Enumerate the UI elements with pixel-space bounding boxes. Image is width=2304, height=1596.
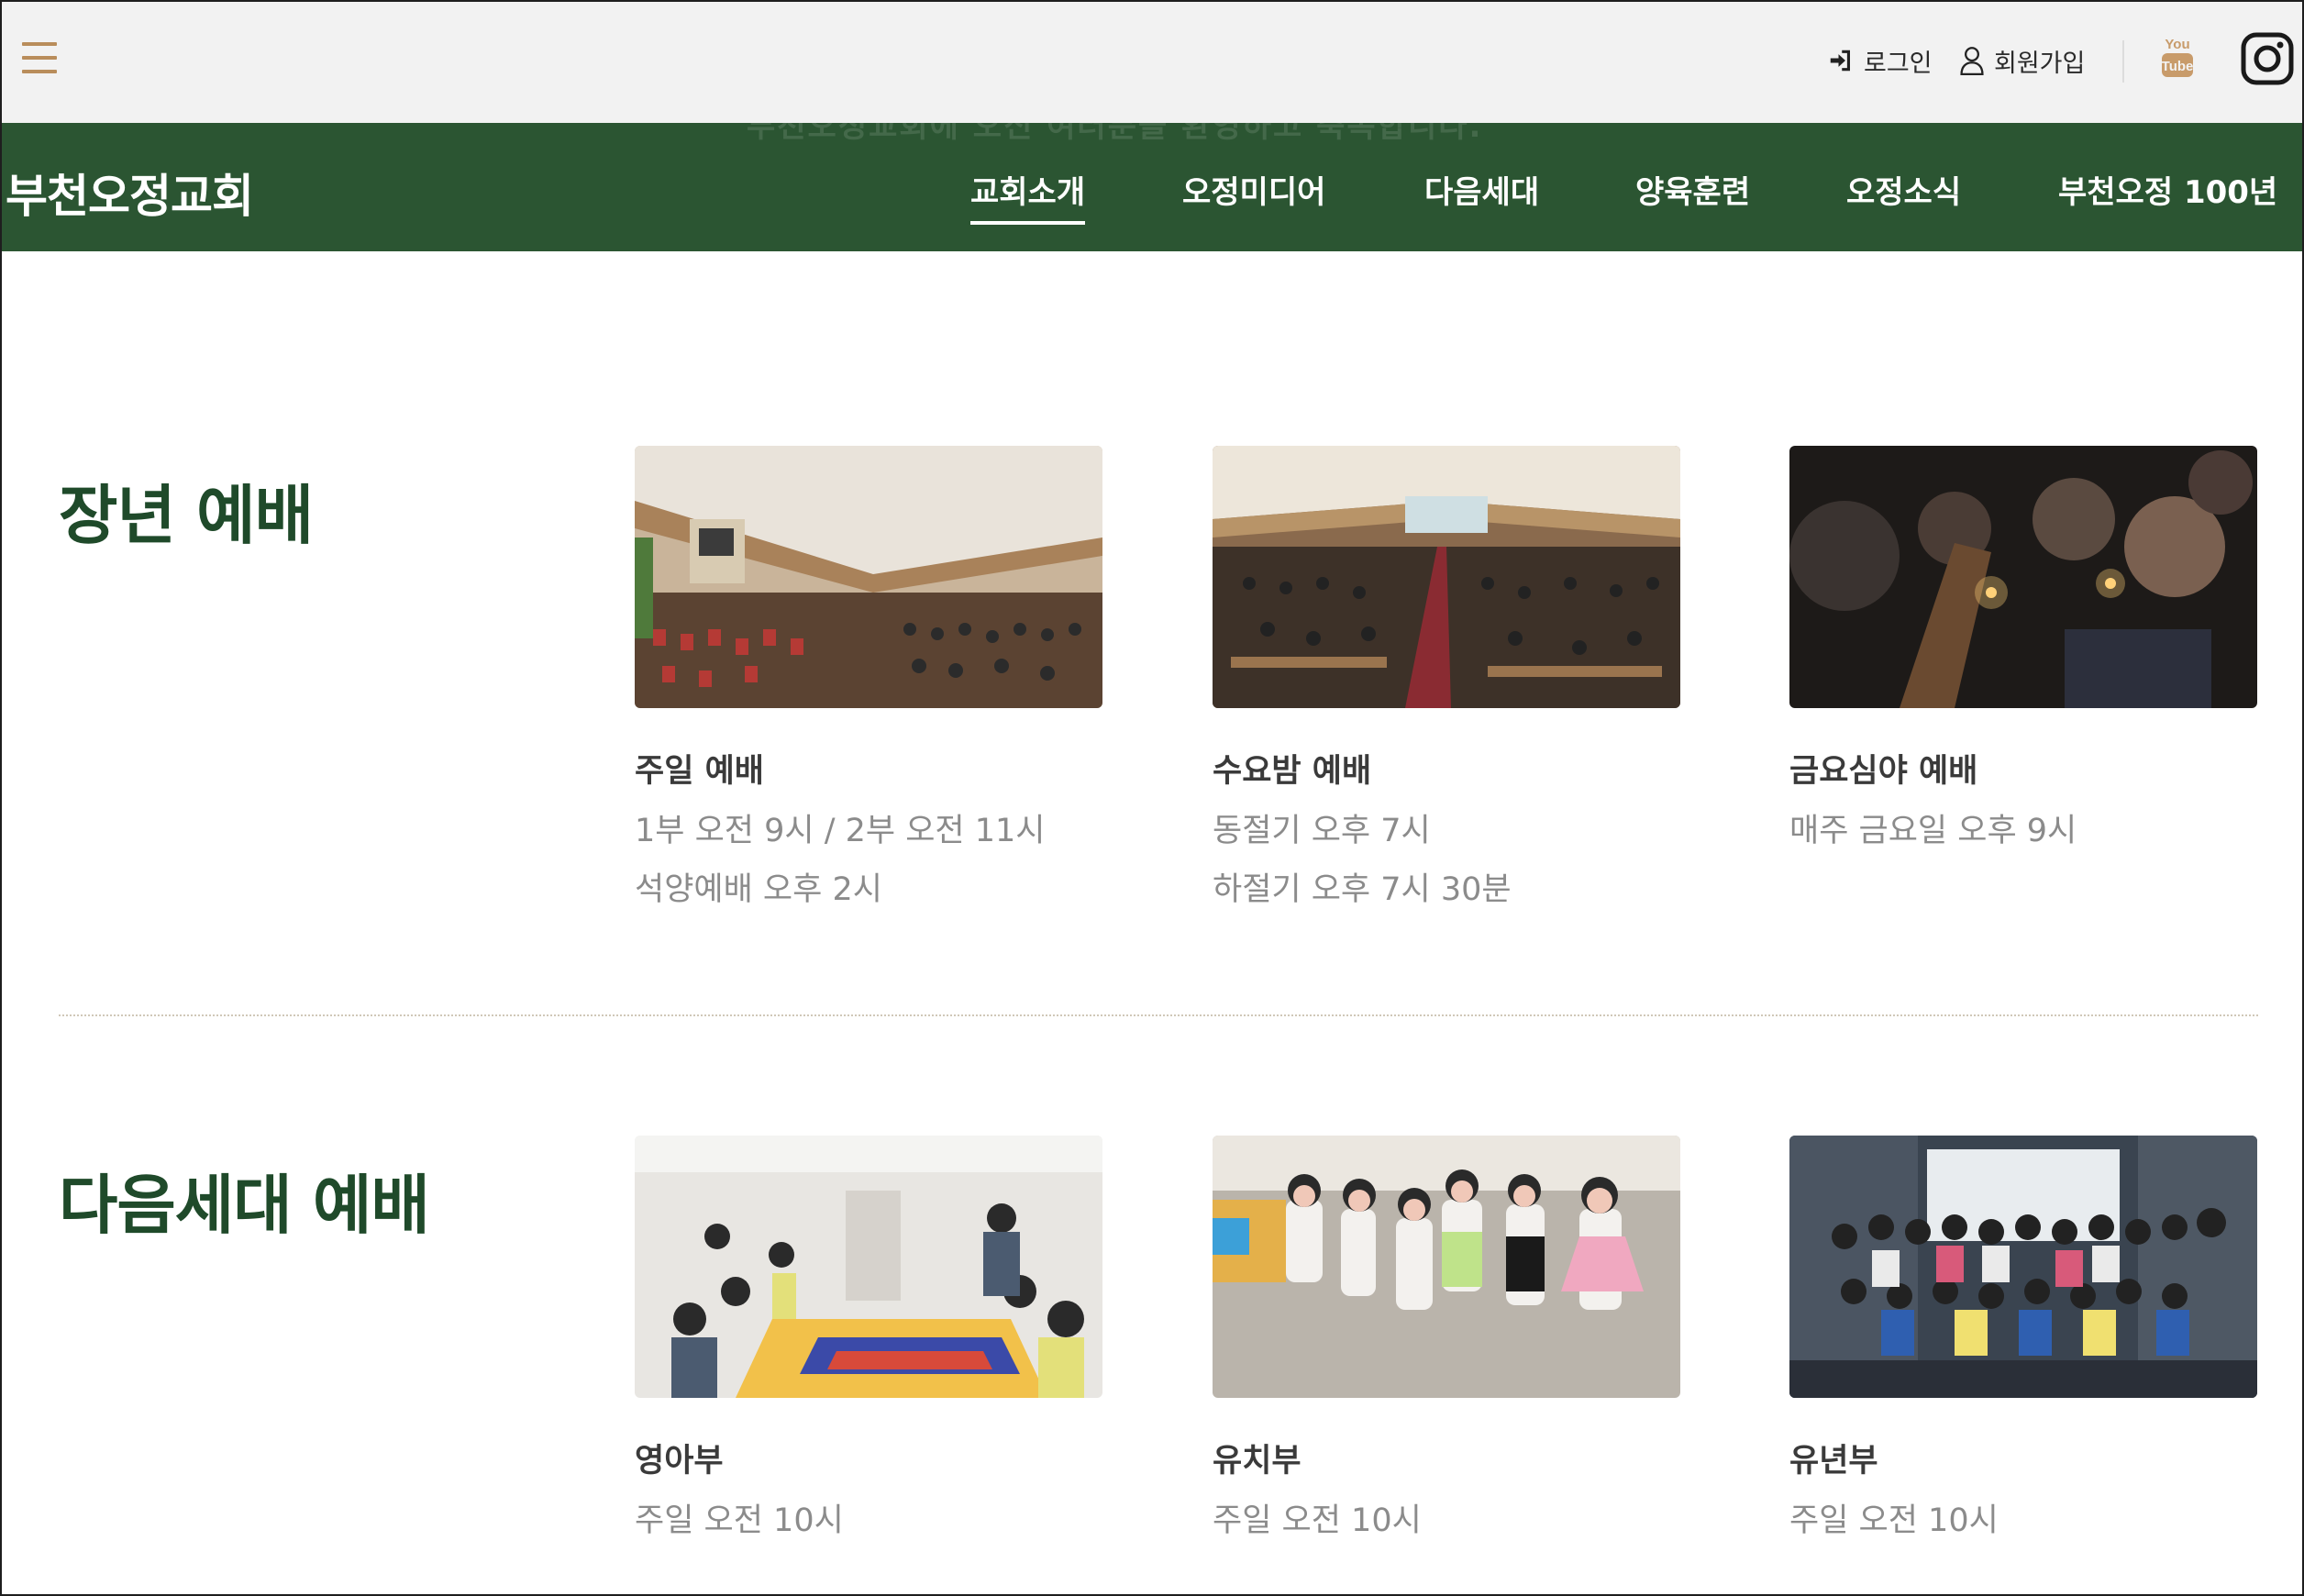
- wednesday-worship-photo: [1213, 446, 1680, 708]
- welcome-banner-text: 부천오정교회에 오신 여러분을 환영하고 축복합니다.: [747, 123, 1483, 145]
- svg-text:Tube: Tube: [2162, 59, 2194, 74]
- join-label: 회원가입: [1994, 49, 2086, 78]
- section-title-adult-worship: 장년 예배: [59, 478, 314, 553]
- nav-item-100-years[interactable]: 부천오정 100년: [2058, 167, 2277, 212]
- friday-worship-photo: [1789, 446, 2257, 708]
- worship-card[interactable]: 유년부 주일 오전 10시: [1789, 1136, 2257, 1540]
- login-label: 로그인: [1864, 49, 1933, 78]
- infant-department-photo: [635, 1136, 1102, 1398]
- worship-card[interactable]: 영아부 주일 오전 10시: [635, 1136, 1102, 1540]
- svg-text:You: You: [2165, 37, 2189, 52]
- top-utility-bar: 로그인 회원가입 You Tube: [0, 0, 2304, 123]
- menu-icon[interactable]: [22, 42, 57, 73]
- login-icon: [1830, 50, 1850, 72]
- sunday-worship-photo: [635, 446, 1102, 708]
- card-title: 주일 예배: [635, 753, 764, 790]
- worship-card[interactable]: 금요심야 예배 매주 금요일 오후 9시: [1789, 446, 2257, 850]
- card-title: 유년부: [1789, 1443, 1878, 1480]
- card-schedule: 매주 금요일 오후 9시: [1789, 813, 2077, 849]
- join-link[interactable]: 회원가입: [1959, 37, 2085, 84]
- card-title: 영아부: [635, 1443, 724, 1480]
- card-schedule: 주일 오전 10시: [1213, 1502, 1422, 1539]
- section-divider: [59, 1014, 2258, 1016]
- nav-item-church-intro[interactable]: 교회소개: [970, 167, 1086, 225]
- card-schedule: 하절기 오후 7시 30분: [1213, 871, 1512, 908]
- card-schedule: 석양예배 오후 2시: [635, 871, 882, 908]
- nav-item-next-generation[interactable]: 다음세대: [1424, 167, 1539, 212]
- instagram-icon[interactable]: [2240, 31, 2295, 86]
- worship-card[interactable]: 주일 예배 1부 오전 9시 / 2부 오전 11시 석양예배 오후 2시: [635, 446, 1102, 909]
- utility-divider: [2122, 40, 2124, 83]
- card-title: 수요밤 예배: [1213, 753, 1372, 790]
- worship-card[interactable]: 유치부 주일 오전 10시: [1213, 1136, 1680, 1540]
- card-schedule: 동절기 오후 7시: [1213, 813, 1431, 849]
- kindergarten-department-photo: [1213, 1136, 1680, 1398]
- nav-item-news[interactable]: 오정소식: [1846, 167, 1961, 212]
- youtube-icon[interactable]: You Tube: [2159, 33, 2196, 79]
- card-schedule: 주일 오전 10시: [635, 1502, 844, 1539]
- main-navigation: 부천오정교회에 오신 여러분을 환영하고 축복합니다. 부천오정교회 교회소개 …: [0, 123, 2304, 251]
- elementary-department-photo: [1789, 1136, 2257, 1398]
- card-schedule: 주일 오전 10시: [1789, 1502, 1999, 1539]
- site-logo[interactable]: 부천오정교회: [6, 160, 254, 226]
- section-title-next-generation-worship: 다음세대 예배: [59, 1168, 430, 1243]
- user-icon: [1960, 47, 1984, 75]
- card-title: 금요심야 예배: [1789, 753, 1978, 790]
- card-title: 유치부: [1213, 1443, 1302, 1480]
- card-schedule: 1부 오전 9시 / 2부 오전 11시: [635, 813, 1046, 849]
- nav-item-training[interactable]: 양육훈련: [1635, 167, 1750, 212]
- login-link[interactable]: 로그인: [1827, 37, 1933, 84]
- worship-card[interactable]: 수요밤 예배 동절기 오후 7시 하절기 오후 7시 30분: [1213, 446, 1680, 909]
- nav-item-media[interactable]: 오정미디어: [1182, 167, 1325, 212]
